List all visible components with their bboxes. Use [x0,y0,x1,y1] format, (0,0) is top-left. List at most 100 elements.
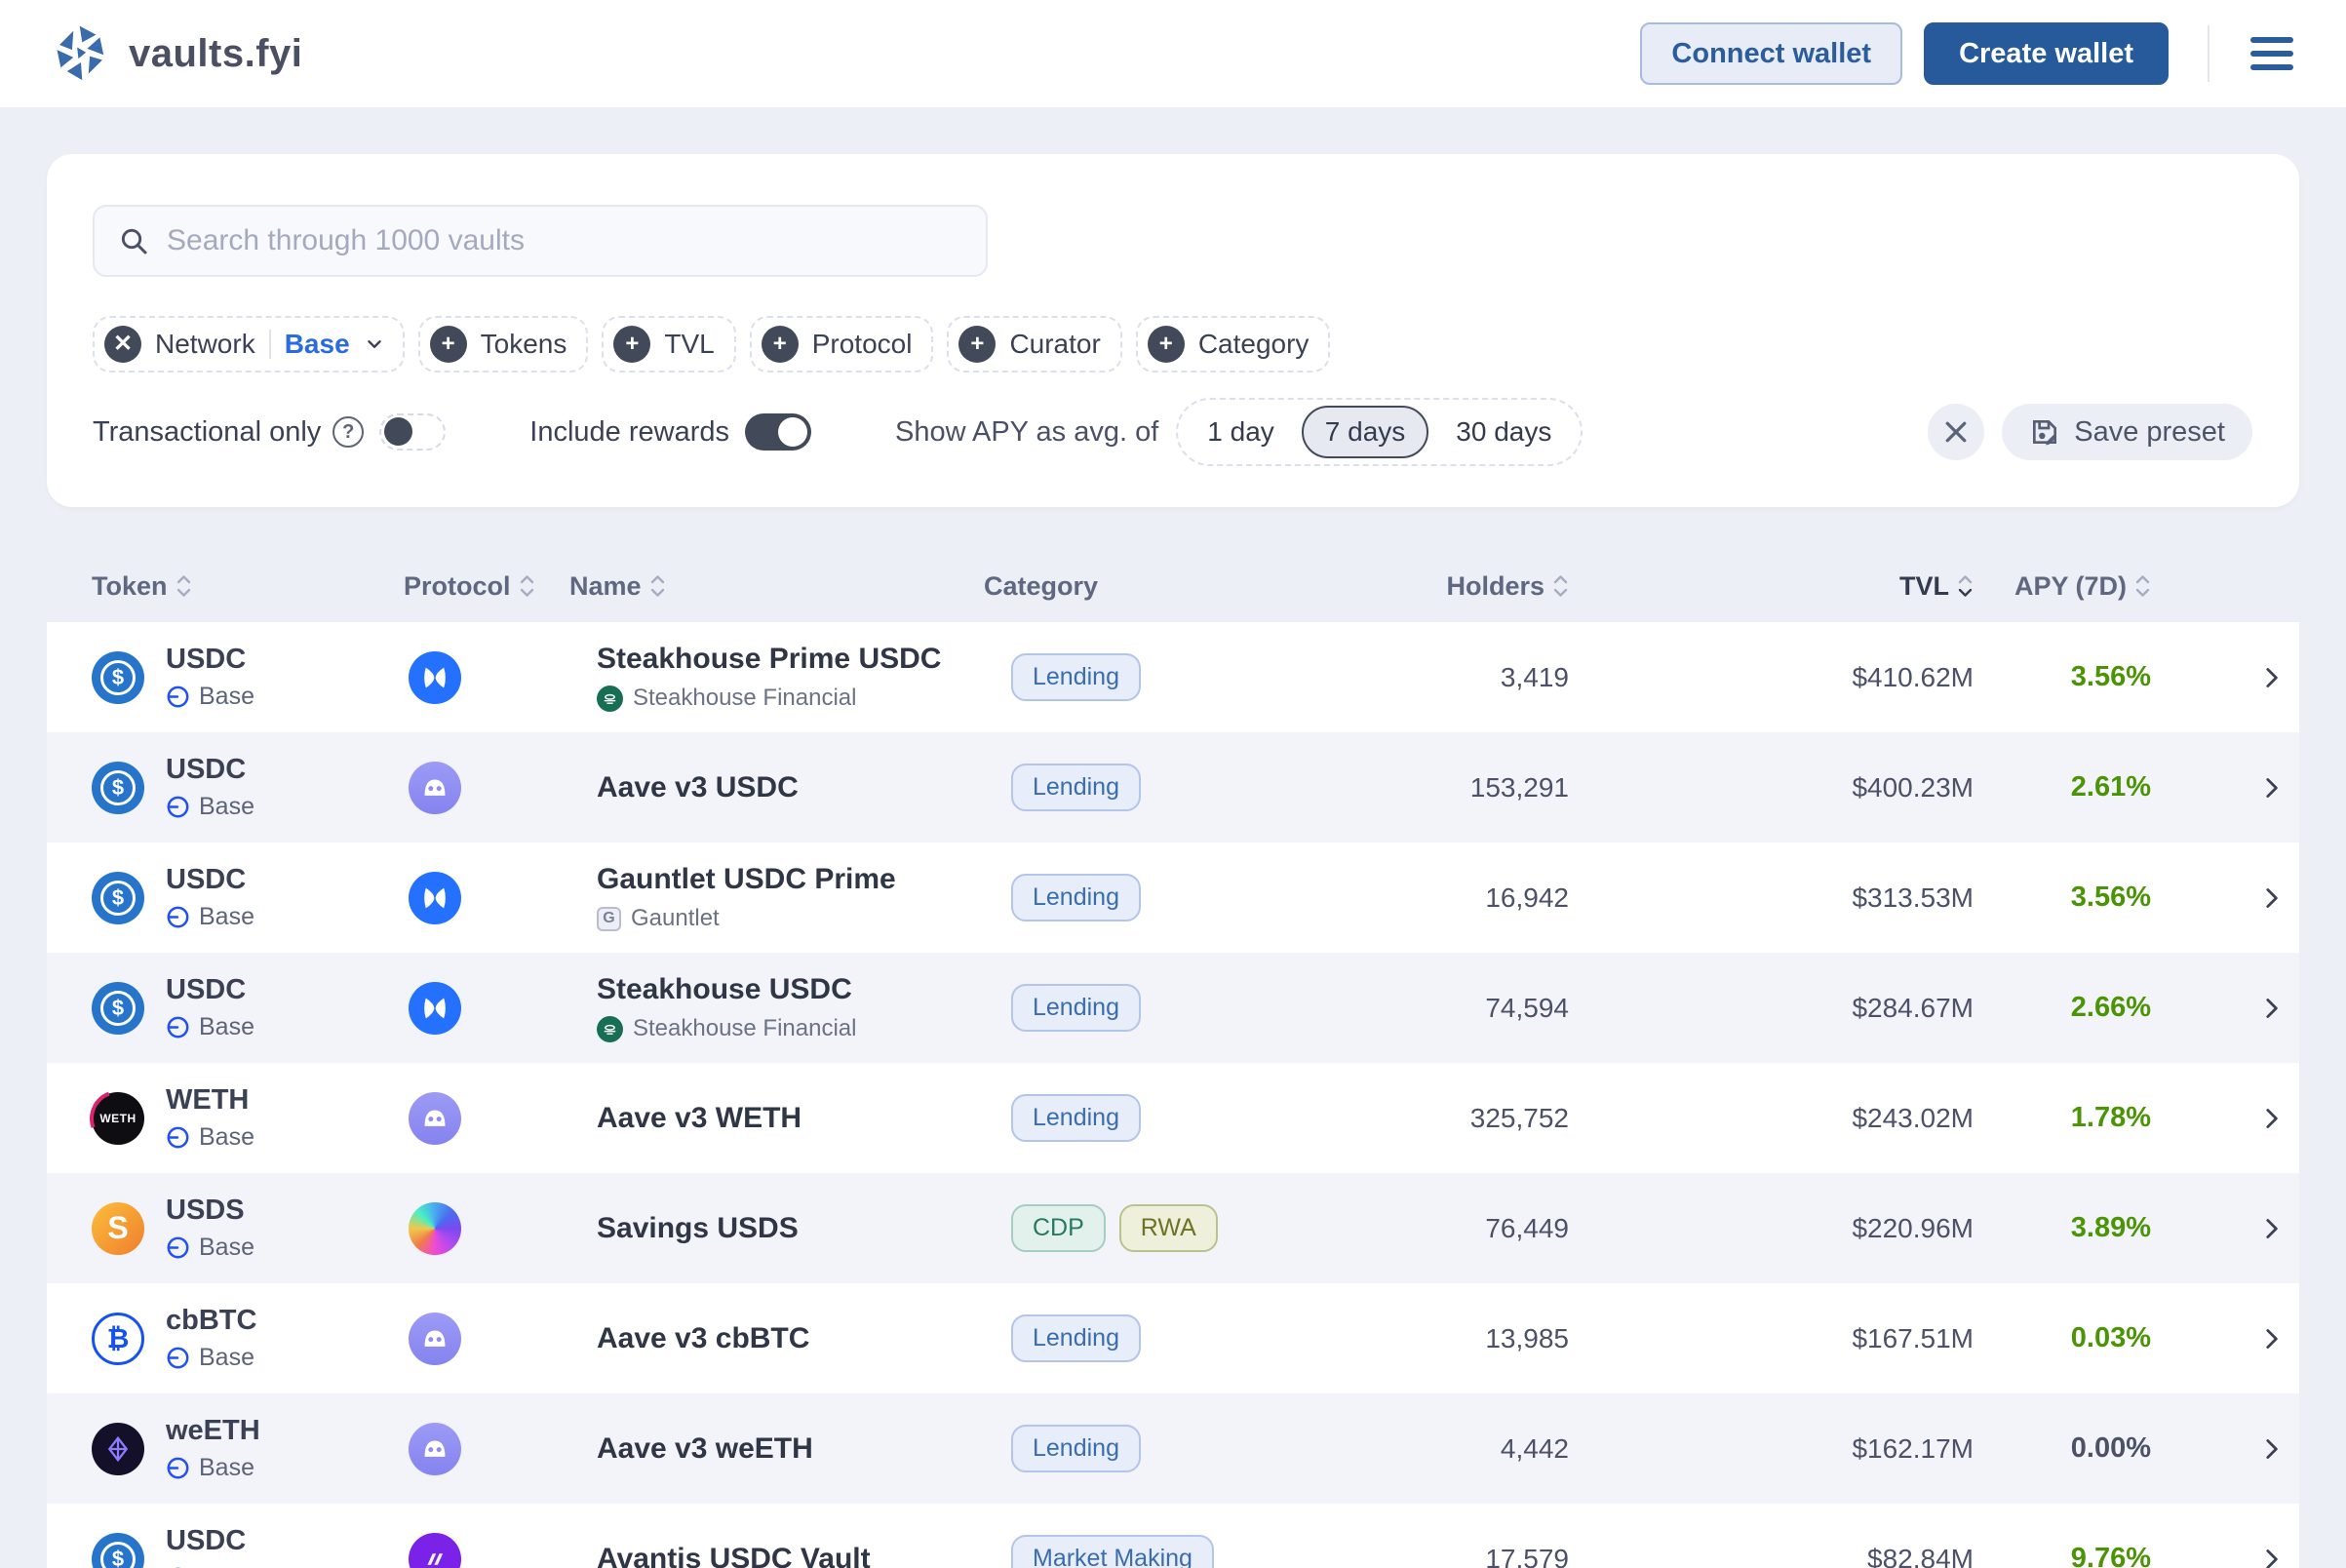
plus-icon: + [429,326,467,363]
row-chevron-right-icon[interactable] [2256,1104,2286,1133]
sort-icon[interactable] [649,573,666,599]
category-cell: Lending [984,984,1403,1032]
row-chevron-right-icon[interactable] [2256,883,2286,913]
transactional-only-toggle[interactable] [379,413,447,451]
network-name: Base [199,903,254,930]
curator-name: Steakhouse Financial [633,1015,857,1041]
help-icon[interactable]: ? [332,416,365,448]
row-chevron-right-icon[interactable] [2256,663,2286,692]
row-chevron-right-icon[interactable] [2256,1324,2286,1353]
name-cell: Steakhouse USDC Steakhouse Financial [569,973,984,1042]
category-cell: Lending [984,653,1403,701]
holders-value: 74,594 [1485,992,1569,1023]
vault-row-aave-v3-cbbtc[interactable]: ₿ cbBTC Base Aave v3 cbBTC Lending 13,98… [47,1283,2299,1393]
sort-icon[interactable] [176,573,192,599]
add-filter-chip-category[interactable]: + Category [1135,316,1331,372]
column-header-name[interactable]: Name [569,571,984,602]
vault-row-aave-v3-usdc[interactable]: $ USDC Base Aave v3 USDC Lending 153,291… [47,732,2299,843]
vault-row-aave-v3-weeth[interactable]: weETH Base Aave v3 weETH Lending 4,442 $… [47,1393,2299,1504]
sort-icon[interactable] [2134,573,2151,599]
search-box[interactable] [93,205,988,277]
save-preset-button[interactable]: Save preset [2002,404,2252,460]
column-header-token[interactable]: Token [92,571,404,602]
column-header-holders[interactable]: Holders [1403,571,1569,602]
create-wallet-button[interactable]: Create wallet [1924,22,2169,85]
category-cell: Lending [984,764,1403,811]
name-cell: Aave v3 weETH [569,1432,984,1466]
base-network-icon [167,686,189,708]
name-cell: Steakhouse Prime USDC Steakhouse Financi… [569,643,984,712]
tvl-value: $82.84M [1867,1543,1974,1568]
vault-row-steakhouse-usdc[interactable]: $ USDC Base Steakhouse USDC Steakhouse F… [47,953,2299,1063]
row-chevron-right-icon[interactable] [2256,994,2286,1023]
network-filter-chip[interactable]: ✕ Network Base [93,316,405,372]
category-cell: Lending [984,1314,1403,1362]
network-chip-label: Network [155,329,255,359]
vault-name: Steakhouse Prime USDC [597,643,942,675]
row-chevron-right-icon[interactable] [2256,1214,2286,1243]
token-cell: weETH Base [92,1415,404,1482]
remove-network-filter-icon[interactable]: ✕ [104,326,141,363]
vault-name: Aave v3 weETH [597,1431,813,1465]
apy-value: 3.89% [2070,1212,2151,1243]
sort-icon[interactable] [1957,573,1974,599]
protocol-cell [404,650,569,704]
apy-avg-label: Show APY as avg. of [894,415,1159,448]
vault-row-steakhouse-prime-usdc[interactable]: $ USDC Base Steakhouse Prime USDC Steakh… [47,622,2299,732]
add-filter-chip-tvl[interactable]: + TVL [602,316,736,372]
tvl-value: $162.17M [1852,1432,1974,1464]
morpho-protocol-icon [409,981,461,1035]
menu-icon[interactable] [2248,31,2295,76]
add-filter-chip-curator[interactable]: + Curator [947,316,1122,372]
apy-period-option-30-days[interactable]: 30 days [1432,406,1575,458]
category-badge: Lending [1011,1425,1141,1472]
base-network-icon [167,1457,189,1479]
clear-filters-button[interactable] [1928,404,1985,460]
holders-value: 13,985 [1485,1322,1569,1353]
base-network-icon [167,1347,189,1369]
row-chevron-right-icon[interactable] [2256,1434,2286,1464]
filter-chips-row: ✕ Network Base + Tokens + TVL + Protocol + Cura… [93,316,2252,372]
add-filter-chip-tokens[interactable]: + Tokens [417,316,589,372]
name-cell: Avantis USDC Vault [569,1543,984,1568]
usdc-token-icon: $ [92,981,144,1035]
sort-icon[interactable] [1552,573,1569,599]
vault-row-gauntlet-usdc-prime[interactable]: $ USDC Base Gauntlet USDC Prime G Gauntle… [47,843,2299,953]
row-chevron-right-icon[interactable] [2256,773,2286,803]
table-body: $ USDC Base Steakhouse Prime USDC Steakh… [47,622,2299,1568]
transactional-only-label: Transactional only [93,415,322,448]
token-symbol: USDC [166,754,247,785]
usdc-token-icon: $ [92,650,144,704]
base-network-icon [167,1126,189,1149]
vault-name: Aave v3 cbBTC [597,1321,810,1354]
column-header-protocol[interactable]: Protocol [404,571,569,602]
network-name: Base [199,1234,254,1261]
vault-row-aave-v3-weth[interactable]: WETH WETH Base Aave v3 WETH Lending 325,… [47,1063,2299,1173]
apy-period-option-7-days[interactable]: 7 days [1301,406,1429,458]
sort-icon[interactable] [519,573,535,599]
vault-row-savings-usds[interactable]: S USDS Base Savings USDS CDP RWA 76,449 $… [47,1173,2299,1283]
apy-period-option-1-day[interactable]: 1 day [1184,406,1298,458]
row-chevron-right-icon[interactable] [2256,1545,2286,1568]
column-header-apy-7d-[interactable]: APY (7D) [1974,571,2151,602]
brand[interactable]: vaults.fyi [51,23,302,84]
morpho-protocol-icon [409,650,461,704]
holders-value: 17,579 [1485,1543,1569,1568]
vault-row-avantis-usdc-vault[interactable]: $ USDC Base Avantis USDC Vault Market Ma… [47,1504,2299,1568]
search-input[interactable] [167,224,962,257]
column-header-tvl[interactable]: TVL [1569,571,1974,602]
steakhouse-curator-icon [597,685,623,712]
morpho-protocol-icon [409,871,461,924]
base-network-icon [167,796,189,818]
close-icon [1945,421,1967,443]
aave-protocol-icon [409,1091,461,1145]
apy-value: 1.78% [2070,1102,2151,1133]
category-cell: CDP RWA [984,1204,1403,1252]
category-badge: Lending [1011,653,1141,701]
name-cell: Aave v3 WETH [569,1102,984,1135]
add-filter-chip-protocol[interactable]: + Protocol [749,316,934,372]
vaultsfyi-logo-icon [57,25,104,81]
include-rewards-toggle[interactable] [744,413,811,451]
connect-wallet-button[interactable]: Connect wallet [1640,22,1903,85]
tvl-value: $400.23M [1852,771,1974,803]
